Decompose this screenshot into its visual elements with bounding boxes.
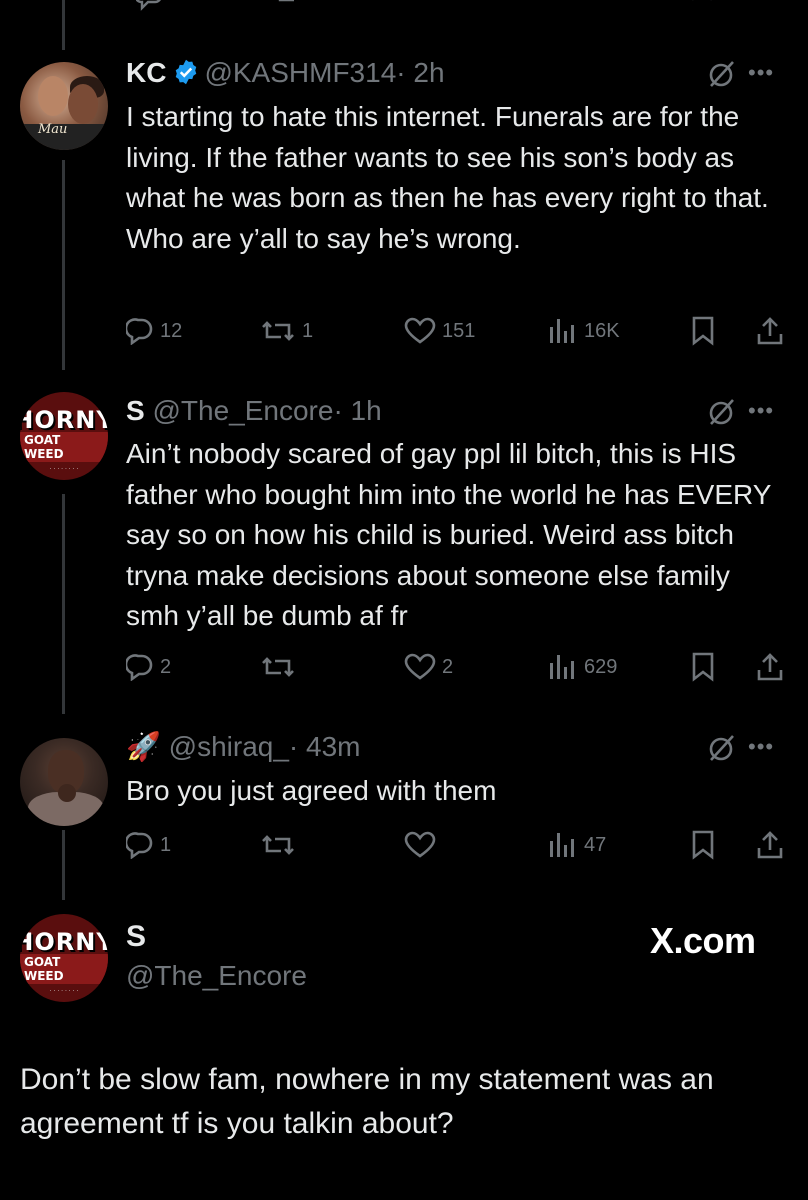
repost-button[interactable] (260, 828, 302, 862)
like-count: 151 (442, 319, 476, 342)
more-options-icon[interactable]: ••• (748, 734, 774, 760)
tweet-actions: 1 47 (126, 828, 786, 862)
tweet-actions: 2 2 629 (126, 650, 786, 684)
post-text: Don’t be slow fam, nowhere in my stateme… (20, 1063, 714, 1140)
avatar-brand-line1: HORNY (20, 405, 108, 434)
user-handle[interactable]: @shiraq_ (169, 731, 289, 762)
tweet-text: Ain’t nobody scared of gay ppl lil bitch… (126, 438, 771, 631)
like-icon[interactable] (416, 0, 444, 17)
tweet-header: 🚀 @shiraq_· 43m (126, 730, 361, 764)
thread-line-top (62, 0, 65, 50)
bookmark-icon (692, 830, 714, 860)
like-icon (404, 653, 436, 680)
user-handle[interactable]: @The_Encore (126, 960, 307, 992)
x-thread-screenshot: Mau KC @KASHMF314· 2h ••• I starting to h… (0, 0, 808, 1200)
thread-line-3 (62, 830, 65, 900)
reply-count: 12 (160, 319, 183, 342)
bookmark-icon (692, 316, 714, 346)
views-button[interactable]: 47 (548, 828, 606, 862)
avatar[interactable]: Mau (20, 62, 108, 150)
repost-icon (262, 657, 294, 677)
views-icon (550, 833, 574, 857)
reply-count: 1 (160, 833, 172, 856)
share-button[interactable] (756, 314, 784, 348)
rocket-icon[interactable]: 🚀 (126, 731, 161, 762)
avatar[interactable]: HORNY GOAT WEED · · · · · · · · (20, 914, 108, 1002)
grok-icon[interactable] (706, 396, 738, 433)
avatar[interactable] (20, 738, 108, 826)
views-button[interactable]: 16K (548, 314, 620, 348)
thread-line-2 (62, 494, 65, 714)
like-icon (404, 317, 436, 344)
repost-button[interactable] (260, 650, 302, 684)
avatar-brand-line2: GOAT WEED (20, 431, 108, 462)
avatar[interactable]: HORNY GOAT WEED · · · · · · · · (20, 392, 108, 480)
user-handle[interactable]: @The_Encore (152, 395, 333, 426)
reply-button[interactable]: 12 (126, 314, 182, 348)
more-options-icon[interactable]: ••• (748, 60, 774, 86)
views-icon[interactable] (554, 0, 582, 17)
reply-button[interactable]: 1 (126, 828, 171, 862)
bookmark-button[interactable] (690, 314, 716, 348)
tweet-text: I starting to hate this internet. Funera… (126, 101, 769, 254)
avatar-brand-line1: HORNY (20, 927, 108, 956)
views-icon (550, 319, 574, 343)
views-icon (550, 655, 574, 679)
avatar-fine-print: · · · · · · · · (49, 465, 79, 473)
share-icon (757, 831, 783, 859)
bookmark-button[interactable] (690, 828, 716, 862)
reply-icon (126, 318, 153, 345)
avatar-fine-print: · · · · · · · · (49, 987, 79, 995)
like-icon (404, 831, 436, 858)
reply-count: 2 (160, 655, 172, 678)
tweet-header: KC @KASHMF314· 2h (126, 56, 445, 94)
repost-icon (262, 835, 294, 855)
user-handle[interactable]: @KASHMF314 (204, 57, 396, 88)
repost-icon (262, 321, 294, 341)
like-button[interactable]: 2 (404, 650, 453, 684)
previous-tweet-actions (126, 0, 786, 12)
bookmark-button[interactable] (690, 650, 716, 684)
more-options-icon[interactable]: ••• (748, 398, 774, 424)
display-name[interactable]: S (126, 395, 145, 426)
share-button[interactable] (756, 828, 784, 862)
avatar-brand-line2: GOAT WEED (20, 953, 108, 984)
tweet-header: S @The_Encore· 1h (126, 394, 382, 428)
reply-icon (126, 832, 153, 859)
share-button[interactable] (756, 650, 784, 684)
share-icon (757, 317, 783, 345)
like-button[interactable] (404, 828, 442, 862)
views-count: 629 (584, 655, 618, 678)
share-icon (757, 653, 783, 681)
like-button[interactable]: 151 (404, 314, 475, 348)
views-count: 16K (584, 319, 620, 342)
reply-button[interactable]: 2 (126, 650, 171, 684)
grok-icon[interactable] (706, 732, 738, 769)
like-count: 2 (442, 655, 454, 678)
timestamp[interactable]: · 1h (333, 395, 381, 426)
verified-badge-icon (172, 58, 200, 94)
timestamp[interactable]: · 2h (396, 57, 444, 88)
tweet-actions: 12 1 151 16K (126, 314, 786, 348)
repost-button[interactable]: 1 (260, 314, 313, 348)
display-name[interactable]: KC (126, 57, 166, 88)
tweet-text: Bro you just agreed with them (126, 775, 497, 806)
reply-icon (126, 654, 153, 681)
thread-line-1 (62, 160, 65, 370)
reply-icon[interactable] (135, 0, 162, 17)
display-name[interactable]: S (126, 920, 146, 954)
bookmark-icon[interactable] (690, 0, 714, 17)
avatar-logo-text: Mau (38, 122, 68, 137)
x-com-watermark: X.com (650, 920, 756, 961)
timestamp[interactable]: · 43m (289, 731, 361, 762)
share-icon[interactable] (756, 0, 780, 17)
repost-icon[interactable] (276, 0, 306, 17)
views-button[interactable]: 629 (548, 650, 617, 684)
views-count: 47 (584, 833, 607, 856)
bookmark-icon (692, 652, 714, 682)
grok-icon[interactable] (706, 58, 738, 95)
repost-count: 1 (302, 319, 314, 342)
